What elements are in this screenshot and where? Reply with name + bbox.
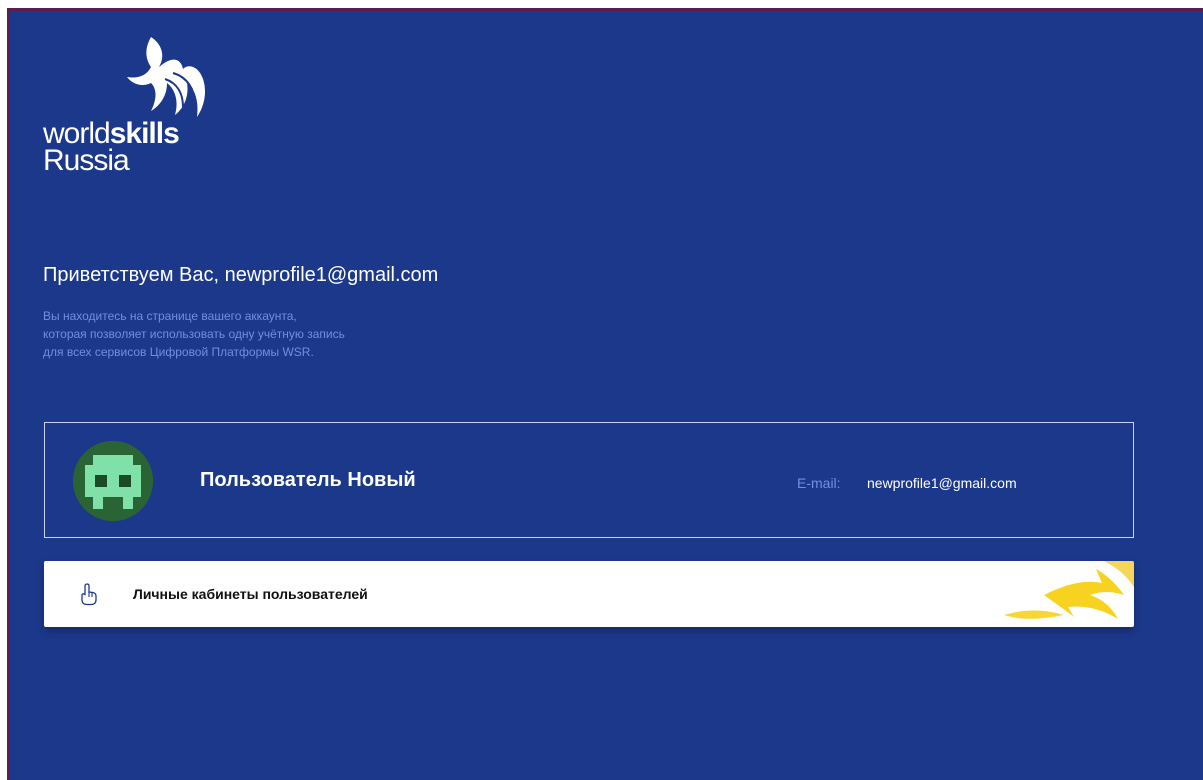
page-background: worldskills Russia Приветствуем Вас, new… — [7, 8, 1203, 780]
welcome-description-line: которая позволяет использовать одну учёт… — [43, 327, 345, 341]
hand-pointer-icon — [81, 583, 97, 606]
email-value: newprofile1@gmail.com — [867, 475, 1017, 491]
avatar[interactable] — [73, 441, 153, 521]
user-cabinets-button[interactable]: Личные кабинеты пользователей — [44, 561, 1134, 627]
profile-card: Пользователь Новый E-mail: newprofile1@g… — [44, 422, 1134, 538]
user-cabinets-label: Личные кабинеты пользователей — [133, 586, 368, 602]
welcome-description: Вы находитесь на странице вашего аккаунт… — [43, 307, 503, 361]
email-label: E-mail: — [797, 475, 841, 491]
welcome-description-line: для всех сервисов Цифровой Платформы WSR… — [43, 345, 314, 359]
welcome-title: Приветствуем Вас, newprofile1@gmail.com — [43, 264, 439, 286]
worldskills-bird-icon — [127, 37, 205, 117]
welcome-description-line: Вы находитесь на странице вашего аккаунт… — [43, 309, 297, 323]
pixel-avatar-icon — [73, 441, 153, 521]
yellow-swoosh-decoration — [1004, 561, 1134, 619]
profile-name: Пользователь Новый — [200, 469, 416, 491]
worldskills-logo[interactable]: worldskills Russia — [43, 33, 213, 183]
logo-word-russia: Russia — [43, 144, 130, 177]
worldskills-wordmark: worldskills Russia — [43, 119, 180, 177]
